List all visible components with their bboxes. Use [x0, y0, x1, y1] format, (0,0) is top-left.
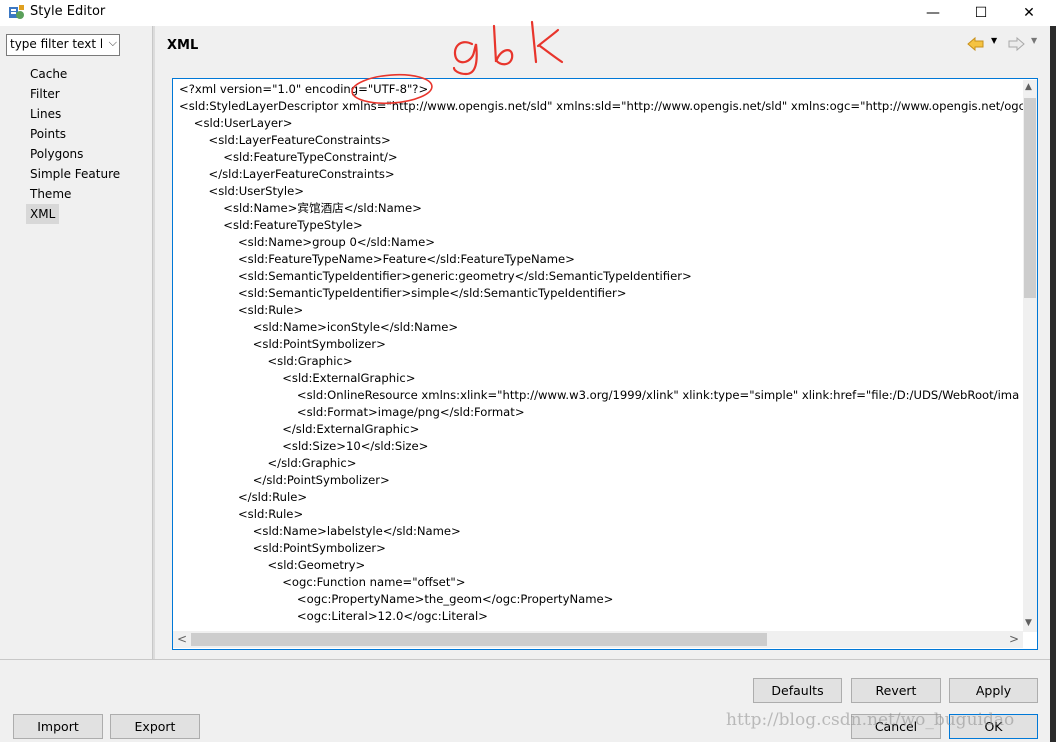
- maximize-icon: ☐: [974, 5, 988, 21]
- tree-item-theme[interactable]: Theme: [26, 184, 75, 204]
- bottom-separator: [0, 659, 1056, 660]
- back-arrow-icon[interactable]: [967, 36, 985, 52]
- code-line: <sld:Rule>: [179, 303, 304, 317]
- xml-editor[interactable]: <?xml version="1.0" encoding="UTF-8"?> <s…: [172, 78, 1038, 650]
- vertical-scrollbar[interactable]: ▲ ▼: [1023, 80, 1037, 632]
- code-line: <sld:ExternalGraphic>: [179, 371, 416, 385]
- preference-tree: Cache Filter Lines Points Polygons Simpl…: [26, 64, 152, 224]
- code-line: <ogc:Function name="offset">: [179, 575, 466, 589]
- code-line: <sld:Format>image/png</sld:Format>: [179, 405, 525, 419]
- scroll-down-icon[interactable]: ▼: [1025, 618, 1032, 628]
- tree-item-cache[interactable]: Cache: [26, 64, 71, 84]
- code-line: <sld:OnlineResource xmlns:xlink="http://…: [179, 388, 1020, 402]
- scroll-right-icon[interactable]: >: [1009, 632, 1019, 646]
- tree-item-points[interactable]: Points: [26, 124, 70, 144]
- tree-item-lines[interactable]: Lines: [26, 104, 65, 124]
- close-icon: ✕: [1023, 5, 1035, 21]
- forward-dropdown-icon[interactable]: ▼: [1031, 36, 1037, 45]
- tree-item-filter[interactable]: Filter: [26, 84, 64, 104]
- code-line: </sld:Rule>: [179, 490, 308, 504]
- code-line: <ogc:PropertyName>the_geom</ogc:Property…: [179, 592, 614, 606]
- code-line: </sld:PointSymbolizer>: [179, 473, 390, 487]
- code-line: <sld:FeatureTypeStyle>: [179, 218, 363, 232]
- code-line: <sld:Name>labelstyle</sld:Name>: [179, 524, 461, 538]
- code-line: <sld:PointSymbolizer>: [179, 541, 386, 555]
- code-line: <sld:SemanticTypeIdentifier>generic:geom…: [179, 269, 692, 283]
- minimize-button[interactable]: —: [910, 0, 956, 26]
- code-line: <sld:Size>10</sld:Size>: [179, 439, 429, 453]
- page-header: XML ▼ ▼: [155, 30, 1055, 60]
- vertical-scroll-thumb[interactable]: [1024, 98, 1036, 298]
- code-line: <?xml version="1.0" encoding="UTF-8"?>: [179, 82, 429, 96]
- apply-button[interactable]: Apply: [949, 678, 1038, 703]
- export-button[interactable]: Export: [110, 714, 200, 739]
- page-title: XML: [167, 38, 199, 53]
- maximize-button[interactable]: ☐: [958, 0, 1004, 26]
- tree-item-polygons[interactable]: Polygons: [26, 144, 87, 164]
- scroll-up-icon[interactable]: ▲: [1025, 82, 1032, 92]
- chevron-down-icon[interactable]: ⌵: [109, 36, 117, 50]
- title-bar: Style Editor — ☐ ✕: [0, 0, 1056, 26]
- code-line: <sld:Name>宾馆酒店</sld:Name>: [179, 201, 422, 215]
- horizontal-scroll-thumb[interactable]: [191, 633, 767, 646]
- code-line: <sld:Name>group 0</sld:Name>: [179, 235, 435, 249]
- code-line: <sld:FeatureTypeName>Feature</sld:Featur…: [179, 252, 575, 266]
- code-line: <sld:PointSymbolizer>: [179, 337, 386, 351]
- code-line: <sld:Geometry>: [179, 558, 366, 572]
- filter-field[interactable]: ⌵: [6, 34, 120, 56]
- code-line: <sld:LayerFeatureConstraints>: [179, 133, 391, 147]
- back-dropdown-icon[interactable]: ▼: [991, 36, 997, 45]
- style-editor-app-icon: [9, 5, 24, 19]
- forward-arrow-icon[interactable]: [1007, 36, 1025, 52]
- code-line: <sld:Name>iconStyle</sld:Name>: [179, 320, 459, 334]
- code-line: <sld:Rule>: [179, 507, 304, 521]
- code-line: <sld:UserLayer>: [179, 116, 293, 130]
- code-line: </sld:LayerFeatureConstraints>: [179, 167, 395, 181]
- code-line: </sld:ExternalGraphic>: [179, 422, 420, 436]
- code-line: <sld:StyledLayerDescriptor xmlns="http:/…: [179, 99, 1031, 113]
- watermark: http://blog.csdn.net/wo_buguidao: [726, 710, 1015, 730]
- import-button[interactable]: Import: [13, 714, 103, 739]
- code-line: <sld:FeatureTypeConstraint/>: [179, 150, 398, 164]
- code-line: <sld:Graphic>: [179, 354, 353, 368]
- panel-divider[interactable]: [152, 26, 155, 659]
- code-line: <sld:SemanticTypeIdentifier>simple</sld:…: [179, 286, 627, 300]
- window-title: Style Editor: [30, 4, 106, 19]
- code-line: <sld:UserStyle>: [179, 184, 304, 198]
- tree-item-simple-feature[interactable]: Simple Feature: [26, 164, 124, 184]
- minimize-icon: —: [926, 5, 940, 21]
- code-line: </sld:Graphic>: [179, 456, 357, 470]
- tree-item-xml[interactable]: XML: [26, 204, 60, 224]
- close-button[interactable]: ✕: [1006, 0, 1052, 26]
- scroll-left-icon[interactable]: <: [177, 632, 187, 646]
- defaults-button[interactable]: Defaults: [753, 678, 842, 703]
- revert-button[interactable]: Revert: [851, 678, 941, 703]
- window-edge: [1050, 26, 1056, 742]
- code-line: <ogc:Literal>12.0</ogc:Literal>: [179, 609, 488, 623]
- filter-input[interactable]: [7, 35, 102, 53]
- horizontal-scrollbar[interactable]: < >: [173, 631, 1023, 648]
